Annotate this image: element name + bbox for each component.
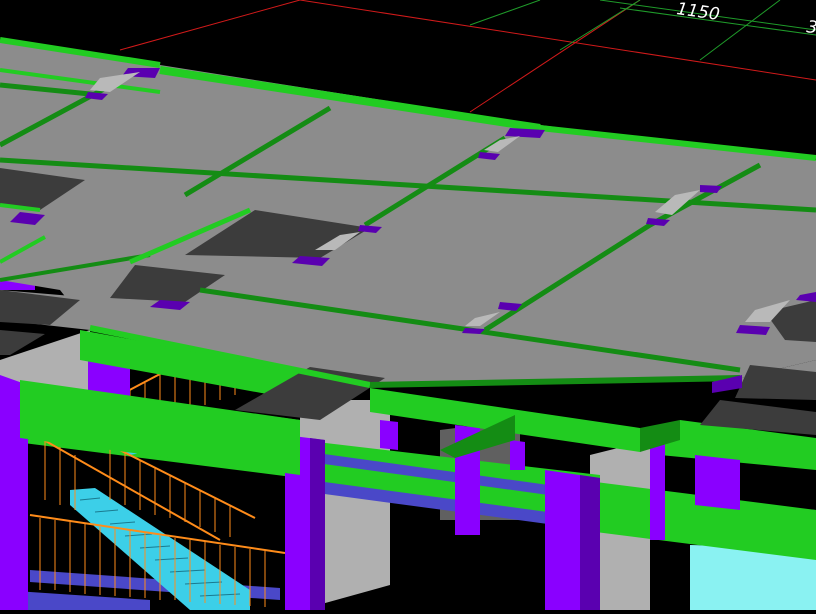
dimension-label-3: 3 <box>805 17 816 38</box>
model-viewport[interactable]: 1150 3 <box>0 0 816 610</box>
building-model-3d[interactable]: 1150 3 <box>0 0 816 610</box>
dimension-label-1150: 1150 <box>675 0 721 25</box>
column <box>695 455 740 510</box>
column <box>650 438 665 540</box>
